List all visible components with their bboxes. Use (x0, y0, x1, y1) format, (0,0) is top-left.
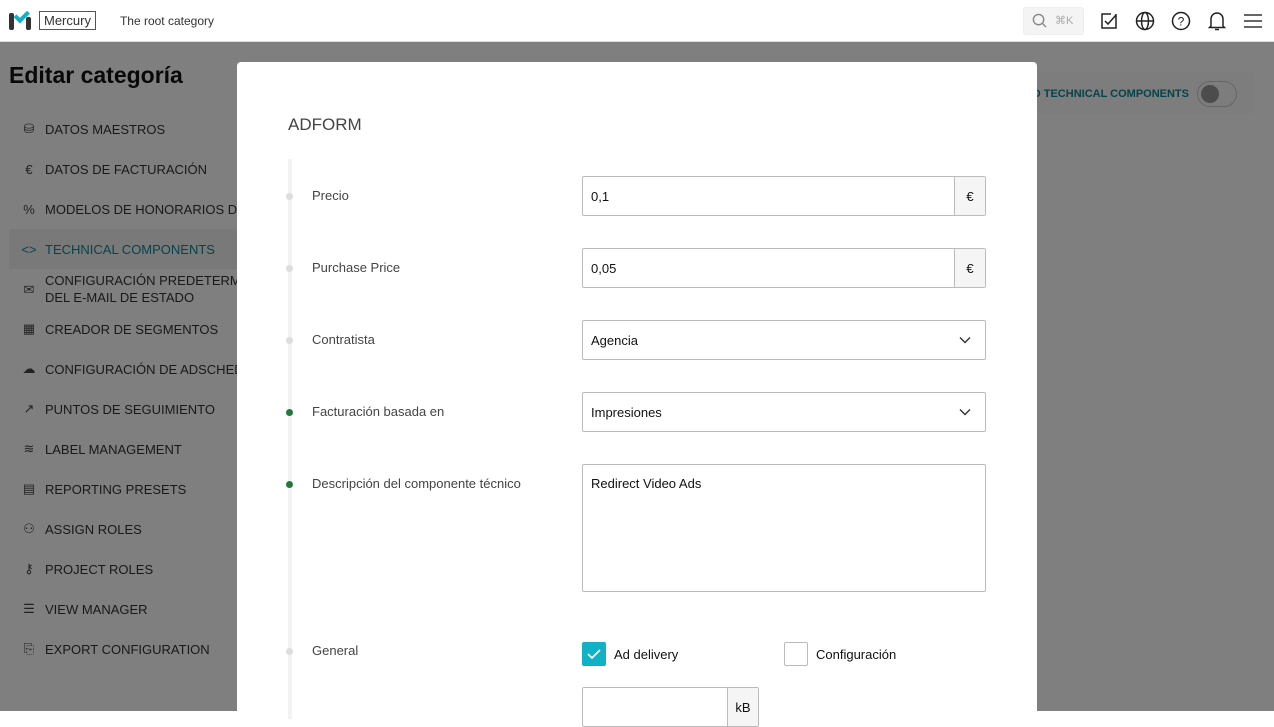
configuracion-checkbox[interactable] (784, 642, 808, 666)
field-status-dot (286, 265, 293, 272)
chevron-down-icon (945, 408, 985, 416)
general-label: General (312, 643, 359, 658)
form-rail (288, 159, 292, 719)
facturacion-select[interactable]: Impresiones (582, 392, 986, 432)
brand-name[interactable]: Mercury (39, 11, 96, 30)
currency-addon: € (954, 177, 985, 215)
top-bar: Mercury The root category ⌘K ? (0, 0, 1274, 42)
descripcion-textarea[interactable]: Redirect Video Ads (582, 464, 986, 592)
configuracion-label: Configuración (816, 647, 897, 662)
breadcrumb[interactable]: The root category (120, 14, 214, 28)
search-shortcut: ⌘K (1055, 15, 1074, 27)
purchase-price-label: Purchase Price (312, 260, 401, 275)
tasks-icon[interactable] (1098, 10, 1120, 32)
technical-component-modal: ADFORM Precio 0,1 € Purchase Price 0,05 € … (237, 62, 1037, 727)
ad-delivery-checkbox[interactable] (582, 642, 606, 666)
svg-text:?: ? (1178, 14, 1185, 28)
field-status-dot (286, 648, 293, 655)
ad-delivery-label: Ad delivery (614, 647, 679, 662)
mercury-logo-icon[interactable] (9, 6, 33, 31)
contratista-select[interactable]: Agencia (582, 320, 986, 360)
globe-icon[interactable] (1134, 10, 1156, 32)
check-icon (587, 649, 601, 659)
size-input[interactable]: kB (582, 687, 759, 727)
precio-input[interactable]: 0,1 € (582, 176, 986, 216)
search-button[interactable]: ⌘K (1023, 6, 1084, 35)
currency-addon: € (954, 249, 985, 287)
purchase-price-input[interactable]: 0,05 € (582, 248, 986, 288)
facturacion-label: Facturación basada en (312, 404, 445, 419)
menu-icon[interactable] (1242, 10, 1264, 32)
modal-title: ADFORM (288, 115, 362, 134)
search-icon (1032, 13, 1047, 28)
precio-label: Precio (312, 188, 349, 203)
bell-icon[interactable] (1206, 10, 1228, 32)
chevron-down-icon (945, 336, 985, 344)
contratista-label: Contratista (312, 332, 375, 347)
field-status-dot (286, 337, 293, 344)
field-status-dot (286, 193, 293, 200)
kb-addon: kB (727, 688, 758, 726)
descripcion-label: Descripción del componente técnico (312, 476, 521, 491)
help-icon[interactable]: ? (1170, 10, 1192, 32)
field-status-dot (286, 481, 293, 488)
field-status-dot (286, 409, 293, 416)
